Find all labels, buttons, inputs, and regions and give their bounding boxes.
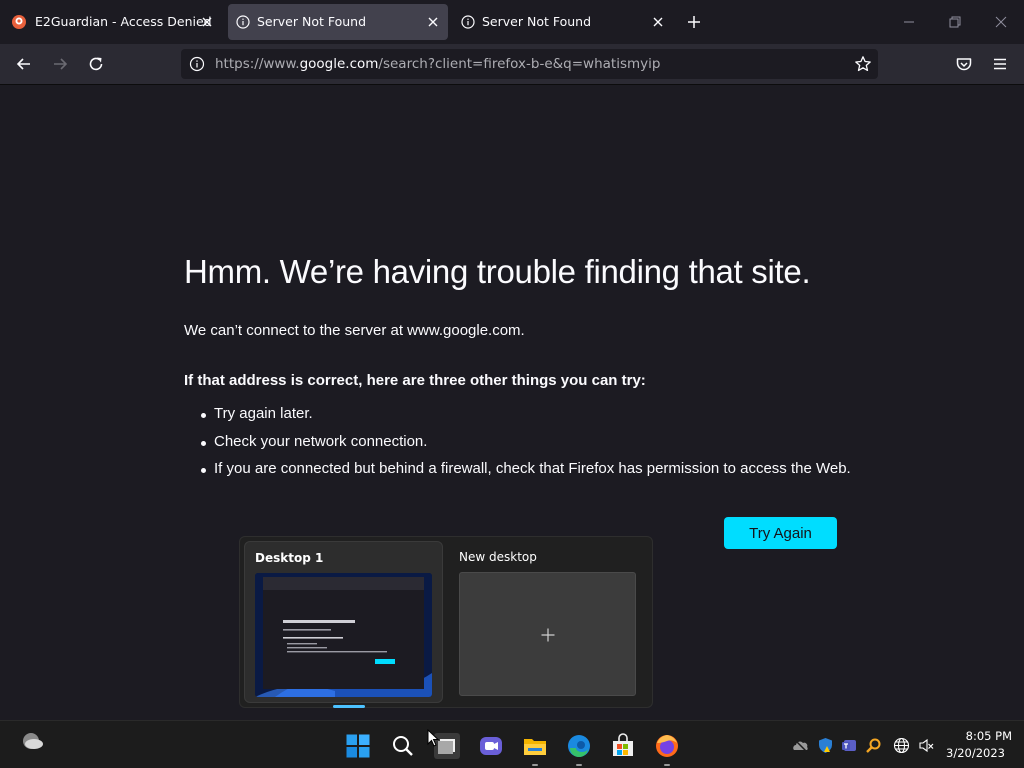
menu-icon[interactable]: [990, 54, 1010, 74]
desktop-preview-image: [255, 573, 432, 697]
clock-date[interactable]: 3/20/2023: [940, 746, 1005, 760]
error-title: Hmm. We’re having trouble finding that s…: [184, 253, 811, 290]
network-icon[interactable]: [893, 737, 910, 754]
url-text[interactable]: https://www.google.com/search?client=fir…: [215, 56, 660, 72]
teams-icon[interactable]: [841, 737, 858, 754]
desktop-label: New desktop: [459, 550, 537, 564]
tab-title: Server Not Found: [257, 14, 367, 29]
desktop-thumbnail[interactable]: [255, 573, 432, 697]
e2guardian-icon: [12, 15, 26, 29]
running-indicator: [576, 764, 582, 766]
search-icon[interactable]: [390, 733, 416, 759]
task-view-flyout: Desktop 1 New desktop: [239, 536, 653, 708]
url-prefix: https://www.: [215, 56, 300, 72]
new-desktop-card[interactable]: New desktop: [449, 541, 648, 703]
bookmark-star-icon[interactable]: [854, 55, 872, 73]
desktop-1-card[interactable]: Desktop 1: [244, 541, 443, 708]
restore-icon[interactable]: [945, 12, 965, 32]
plus-icon: [541, 628, 555, 642]
close-tab-icon[interactable]: [424, 13, 442, 31]
url-bar[interactable]: https://www.google.com/search?client=fir…: [181, 49, 878, 79]
url-host: google.com: [299, 56, 379, 72]
running-indicator: [532, 764, 538, 766]
pocket-icon[interactable]: [954, 54, 974, 74]
close-tab-icon[interactable]: [198, 13, 216, 31]
back-icon[interactable]: [14, 54, 34, 74]
weather-icon[interactable]: [19, 729, 45, 755]
tab-server-not-found-active[interactable]: Server Not Found: [228, 4, 448, 40]
close-window-icon[interactable]: [991, 12, 1011, 32]
search-tool-icon[interactable]: [865, 737, 882, 754]
tab-strip: E2Guardian - Access Denied Server Not Fo…: [0, 0, 1024, 44]
defender-icon[interactable]: [817, 737, 834, 754]
chat-icon[interactable]: [478, 733, 504, 759]
new-tab-icon[interactable]: [684, 12, 704, 32]
volume-muted-icon[interactable]: [918, 737, 935, 754]
list-item: Try again later.: [200, 405, 851, 433]
reload-icon[interactable]: [86, 54, 106, 74]
list-item: If you are connected but behind a firewa…: [200, 460, 851, 488]
store-icon[interactable]: [610, 733, 636, 759]
error-short-description: We can’t connect to the server at www.go…: [184, 322, 525, 339]
site-info-icon[interactable]: [189, 56, 205, 72]
edge-icon[interactable]: [566, 733, 592, 759]
tab-title: Server Not Found: [482, 14, 592, 29]
mouse-cursor-icon: [427, 729, 439, 747]
current-desktop-indicator: [333, 705, 365, 708]
taskbar: 8:05 PM 3/20/2023: [0, 720, 1024, 768]
forward-icon[interactable]: [50, 54, 70, 74]
suggestions-list: Try again later. Check your network conn…: [200, 405, 851, 488]
tab-title: E2Guardian - Access Denied: [35, 14, 212, 29]
file-explorer-icon[interactable]: [522, 733, 548, 759]
info-icon: [236, 15, 250, 29]
minimize-icon[interactable]: [899, 12, 919, 32]
url-suffix: /search?client=firefox-b-e&q=whatismyip: [378, 56, 661, 72]
tab-e2guardian[interactable]: E2Guardian - Access Denied: [4, 4, 222, 40]
try-again-button[interactable]: Try Again: [724, 517, 837, 549]
new-desktop-button[interactable]: [459, 572, 636, 696]
suggestions-heading: If that address is correct, here are thr…: [184, 372, 646, 389]
screen: E2Guardian - Access Denied Server Not Fo…: [0, 0, 1024, 768]
list-item: Check your network connection.: [200, 433, 851, 461]
info-icon: [461, 15, 475, 29]
clock-time[interactable]: 8:05 PM: [950, 729, 1012, 743]
close-tab-icon[interactable]: [649, 13, 667, 31]
tab-server-not-found[interactable]: Server Not Found: [453, 4, 673, 40]
start-icon[interactable]: [345, 733, 371, 759]
firefox-icon[interactable]: [654, 733, 680, 759]
onedrive-icon[interactable]: [792, 737, 809, 754]
desktop-label: Desktop 1: [255, 551, 324, 565]
running-indicator: [664, 764, 670, 766]
nav-bar: https://www.google.com/search?client=fir…: [0, 44, 1024, 85]
